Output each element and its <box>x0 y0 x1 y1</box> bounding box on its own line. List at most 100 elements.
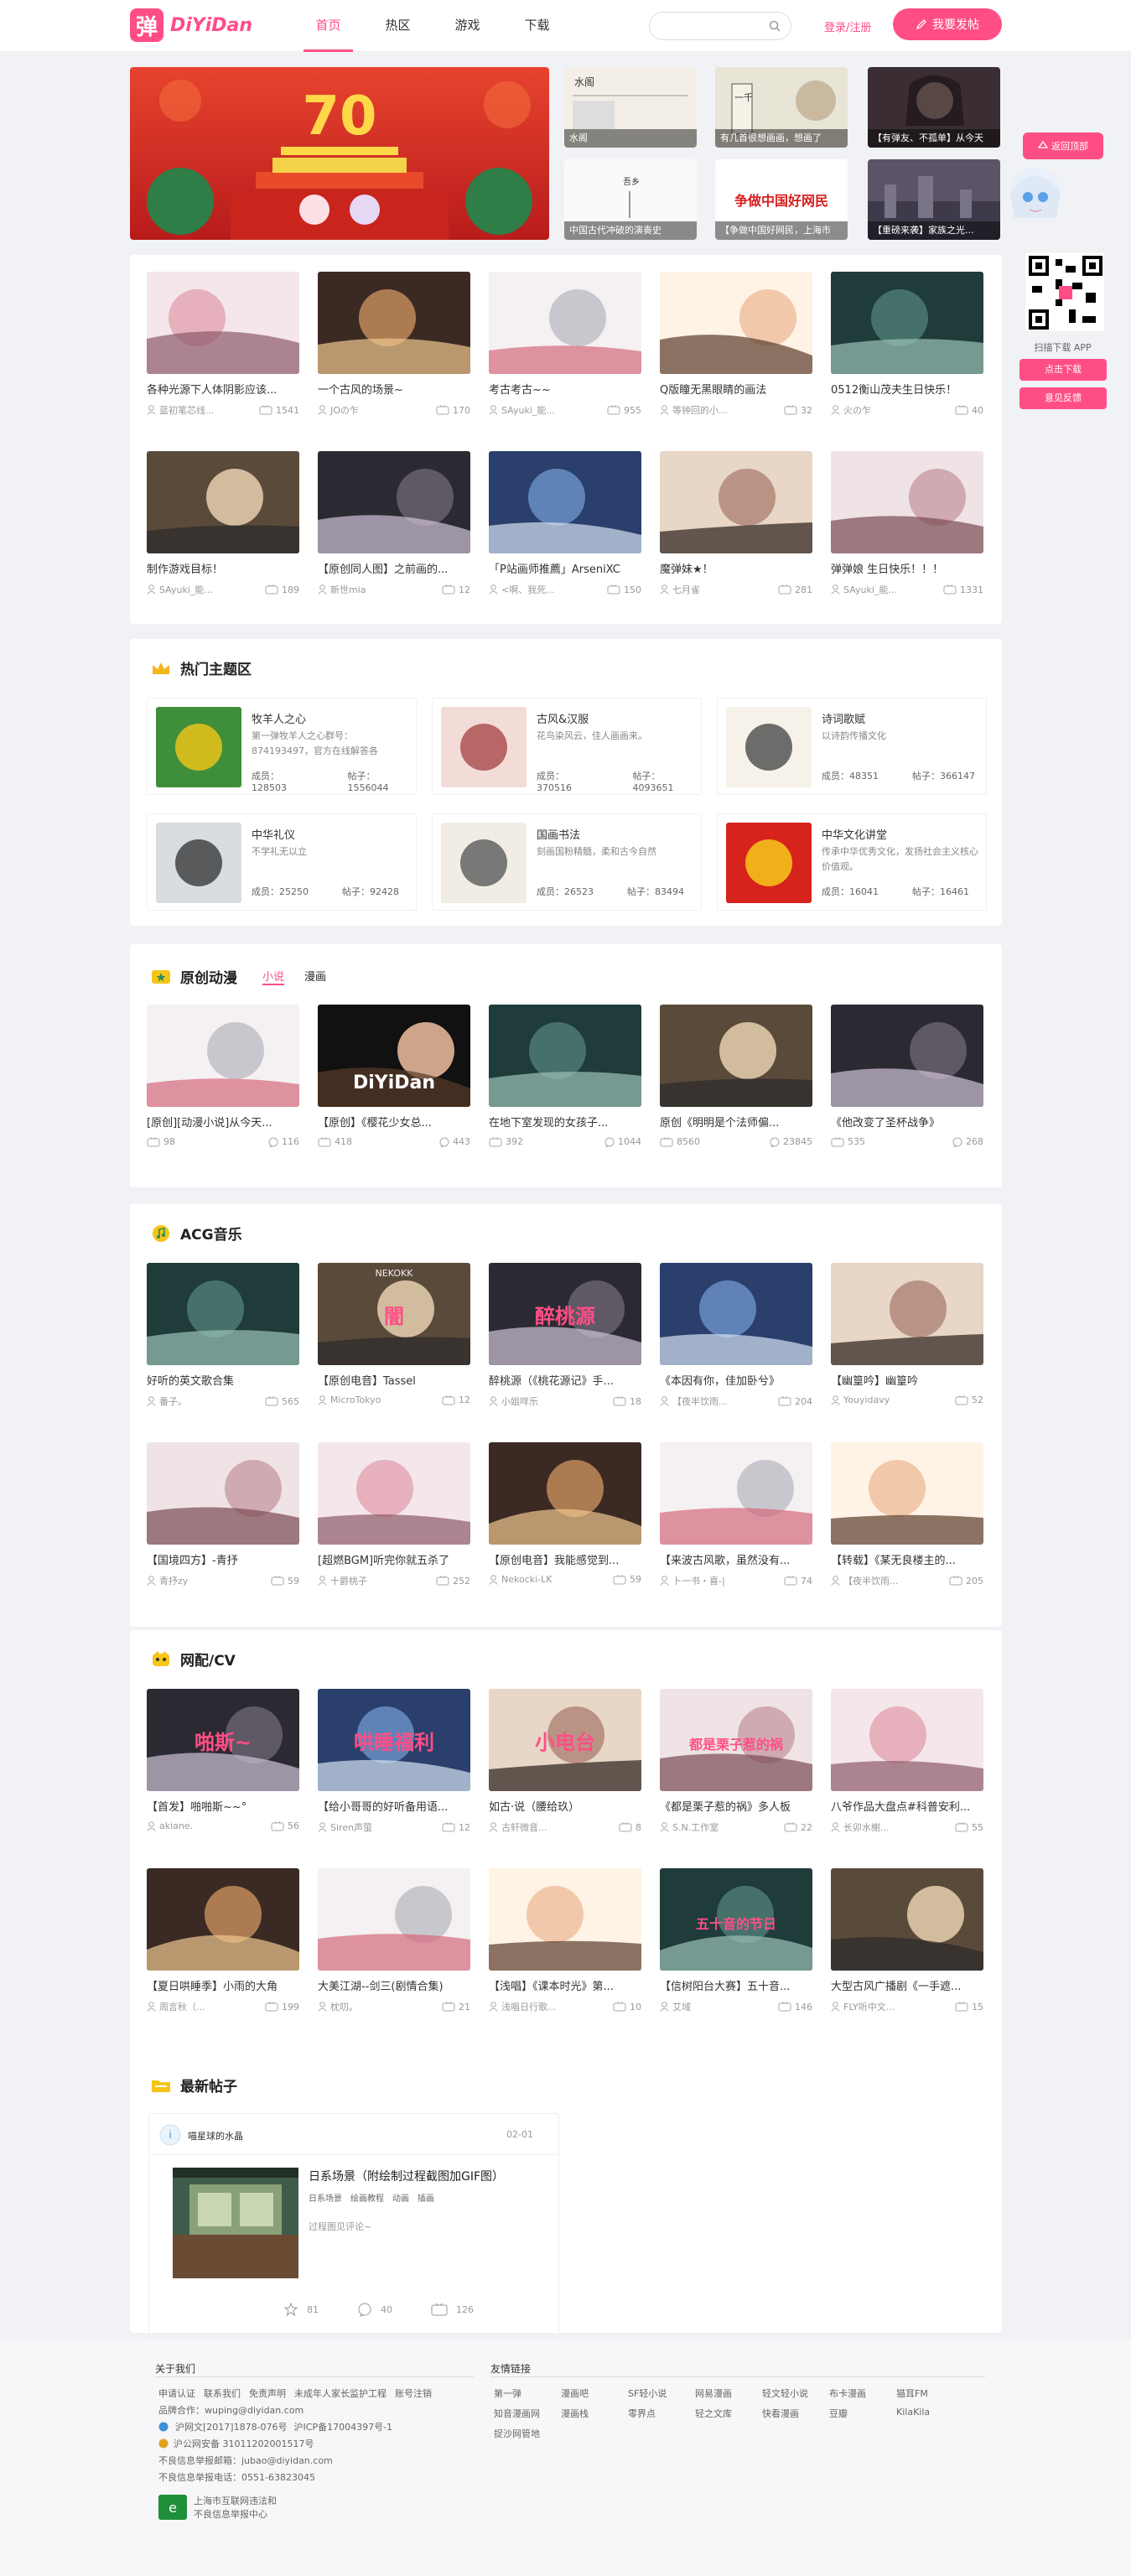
friend-link[interactable]: 布卡漫画 <box>829 2386 896 2400</box>
content-card[interactable]: 【原创同人图】之前画的... 新世mia 12 <box>318 451 470 596</box>
post-tag[interactable]: 动画 <box>392 2191 409 2204</box>
card-author-wrap[interactable]: 番子。 <box>147 1394 187 1408</box>
topic-image[interactable] <box>726 823 812 903</box>
friend-link[interactable]: 快看漫画 <box>762 2407 829 2420</box>
card-author-wrap[interactable]: 古轩微音... <box>489 1820 547 1834</box>
topic-name[interactable]: 国画书法 <box>537 826 580 842</box>
post-title[interactable]: 日系场景（附绘制过程截图加GIF图） <box>309 2168 504 2184</box>
card-author-wrap[interactable]: S.N.工作室 <box>660 1820 719 1834</box>
friend-link[interactable]: 第一弹 <box>494 2386 561 2400</box>
card-title[interactable]: 大美江湖--剑三(剧情合集) <box>318 1977 470 1993</box>
post-image[interactable] <box>173 2168 298 2278</box>
search-icon[interactable] <box>769 20 781 32</box>
card-author-wrap[interactable]: Siren声萤 <box>318 1820 372 1834</box>
tab-comic[interactable]: 漫画 <box>304 968 326 985</box>
topic-name[interactable]: 中华文化讲堂 <box>822 826 887 842</box>
card-author-wrap[interactable]: Youyidavy <box>831 1394 890 1405</box>
friend-link[interactable]: 知音漫画网 <box>494 2407 561 2420</box>
content-card[interactable]: 好听的英文歌合集 番子。 565 <box>147 1263 299 1408</box>
content-card[interactable]: 啪斯~ 【首发】啪啪斯~~° akiane. 56 <box>147 1689 299 1831</box>
card-title[interactable]: Q版瞳无黑眼睛的画法 <box>660 381 812 397</box>
site-logo[interactable]: 弹 DiYiDan <box>130 8 252 42</box>
content-card[interactable]: [超燃BGM]听完你就五杀了 十爵桃子 252 <box>318 1442 470 1587</box>
post-card[interactable]: i 喵星球的水晶 02-01 日系场景（附绘制过程截图加GIF图） 日系场景 绘… <box>148 2113 559 2338</box>
card-title[interactable]: 【原创电音】我能感觉到... <box>489 1551 641 1567</box>
card-author-wrap[interactable]: SAyuki_能... <box>147 583 213 596</box>
brand-email[interactable]: wuping@diyidan.com <box>205 2405 304 2416</box>
content-card[interactable]: 各种光源下人体阴影应该... 蓝初笔芯线... 1541 <box>147 272 299 417</box>
card-title[interactable]: 八爷作品大盘点#科普安利... <box>831 1798 983 1814</box>
icp-record[interactable]: 沪ICP备17004397号-1 <box>294 2420 393 2433</box>
card-thumbnail[interactable] <box>318 1868 470 1971</box>
card-thumbnail[interactable] <box>489 272 641 374</box>
card-title[interactable]: 【给小哥哥的好听备用语... <box>318 1798 470 1814</box>
content-card[interactable]: 【夏日哄睡季】小雨的大角 周言秋（... 199 <box>147 1868 299 2013</box>
banner-thumb[interactable]: 【重磅来袭】家族之光... <box>868 159 1000 240</box>
banner-thumb[interactable]: 争做中国好网民 【争做中国好网民，上海市 <box>715 159 848 240</box>
content-card[interactable]: 魔弹妹★！ 七月雀 281 <box>660 451 812 596</box>
card-title[interactable]: 【原创电音】Tassel <box>318 1372 470 1388</box>
card-thumbnail[interactable]: 小电台 <box>489 1689 641 1791</box>
card-title[interactable]: 考古考古~~ <box>489 381 641 397</box>
card-title[interactable]: 【浅唱】《课本时光》第... <box>489 1977 641 1993</box>
about-link[interactable]: 申请认证 <box>158 2386 195 2400</box>
card-thumbnail[interactable] <box>831 1442 983 1545</box>
back-to-top-button[interactable]: 返回顶部 <box>1023 132 1103 159</box>
about-link[interactable]: 联系我们 <box>204 2386 241 2400</box>
friend-link[interactable]: 零界点 <box>628 2407 695 2420</box>
card-thumbnail[interactable]: 哄睡福利 <box>318 1689 470 1791</box>
friend-link[interactable]: 漫画栈 <box>561 2407 628 2420</box>
card-title[interactable]: 【来波古风歌，虽然没有... <box>660 1551 812 1567</box>
card-title[interactable]: 制作游戏目标！ <box>147 560 299 576</box>
card-title[interactable]: 魔弹妹★！ <box>660 560 812 576</box>
topic-image[interactable] <box>726 707 812 787</box>
card-thumbnail[interactable] <box>489 451 641 553</box>
card-thumbnail[interactable] <box>831 1005 983 1107</box>
content-card[interactable]: 一个古风的场景~ JOの乍 170 <box>318 272 470 417</box>
friend-link[interactable]: KilaKila <box>896 2407 963 2420</box>
police-record[interactable]: 沪公网安备 31011202001517号 <box>174 2437 314 2450</box>
card-thumbnail[interactable]: 五十音的节日 <box>660 1868 812 1971</box>
friend-link[interactable]: 轻之文库 <box>695 2407 762 2420</box>
card-thumbnail[interactable]: NEKOKK 闇 <box>318 1263 470 1365</box>
card-title[interactable]: 《他改变了圣杯战争》 <box>831 1114 983 1130</box>
content-card[interactable]: 哄睡福利 【给小哥哥的好听备用语... Siren声萤 12 <box>318 1689 470 1834</box>
content-card[interactable]: 原创《明明是个法师偏... 8560 23845 <box>660 1005 812 1147</box>
friend-link[interactable]: 漫画吧 <box>561 2386 628 2400</box>
tab-novel[interactable]: 小说 <box>262 968 285 985</box>
about-link[interactable]: 账号注销 <box>395 2386 432 2400</box>
card-title[interactable]: 醉桃源（《桃花源记》手... <box>489 1372 641 1388</box>
card-author-wrap[interactable]: FLY听中文... <box>831 2000 895 2013</box>
card-title[interactable]: 弹弹娘 生日快乐！！！ <box>831 560 983 576</box>
card-thumbnail[interactable] <box>660 1005 812 1107</box>
content-card[interactable]: 《他改变了圣杯战争》 535 268 <box>831 1005 983 1147</box>
friend-link[interactable]: 网易漫画 <box>695 2386 762 2400</box>
card-thumbnail[interactable] <box>489 1005 641 1107</box>
card-thumbnail[interactable] <box>831 272 983 374</box>
card-title[interactable]: 「P站画师推薦」ArseniXC <box>489 560 641 576</box>
content-card[interactable]: 【幽篁吟】幽篁吟 Youyidavy 52 <box>831 1263 983 1405</box>
content-card[interactable]: 【来波古风歌，虽然没有... 卜一书・喜-| 74 <box>660 1442 812 1587</box>
card-author-wrap[interactable]: 【夜半饮雨... <box>831 1574 899 1587</box>
post-button[interactable]: 我要发帖 <box>893 8 1002 40</box>
topic-image[interactable] <box>441 823 527 903</box>
content-card[interactable]: NEKOKK 闇【原创电音】Tassel MicroTokyo 12 <box>318 1263 470 1405</box>
card-author-wrap[interactable]: 新世mia <box>318 583 366 596</box>
card-thumbnail[interactable]: 啪斯~ <box>147 1689 299 1791</box>
topic-card[interactable]: 古风&汉服 花鸟染风云，佳人画画来。 成员：370516 帖子：4093651 <box>432 698 702 795</box>
card-thumbnail[interactable] <box>147 1263 299 1365</box>
card-title[interactable]: 各种光源下人体阴影应该... <box>147 381 299 397</box>
comment-stat[interactable]: 40 <box>357 2302 392 2317</box>
banner-main[interactable]: 70 <box>130 67 549 240</box>
card-author-wrap[interactable]: <啊、我死... <box>489 583 555 596</box>
topic-card[interactable]: 中华礼仪 不学礼无以立 成员：25250 帖子：92428 <box>147 813 417 911</box>
card-thumbnail[interactable] <box>318 451 470 553</box>
card-title[interactable]: 【原创】《樱花少女总... <box>318 1114 470 1130</box>
nav-hot[interactable]: 热区 <box>363 0 433 52</box>
card-thumbnail[interactable] <box>147 272 299 374</box>
card-thumbnail[interactable] <box>831 1868 983 1971</box>
card-thumbnail[interactable] <box>831 1263 983 1365</box>
topic-image[interactable] <box>441 707 527 787</box>
friend-link[interactable]: SF轻小说 <box>628 2386 695 2400</box>
topic-card[interactable]: 中华文化讲堂 传承中华优秀文化，发扬社会主义核心价值观。 成员：16041 帖子：16… <box>717 813 987 911</box>
